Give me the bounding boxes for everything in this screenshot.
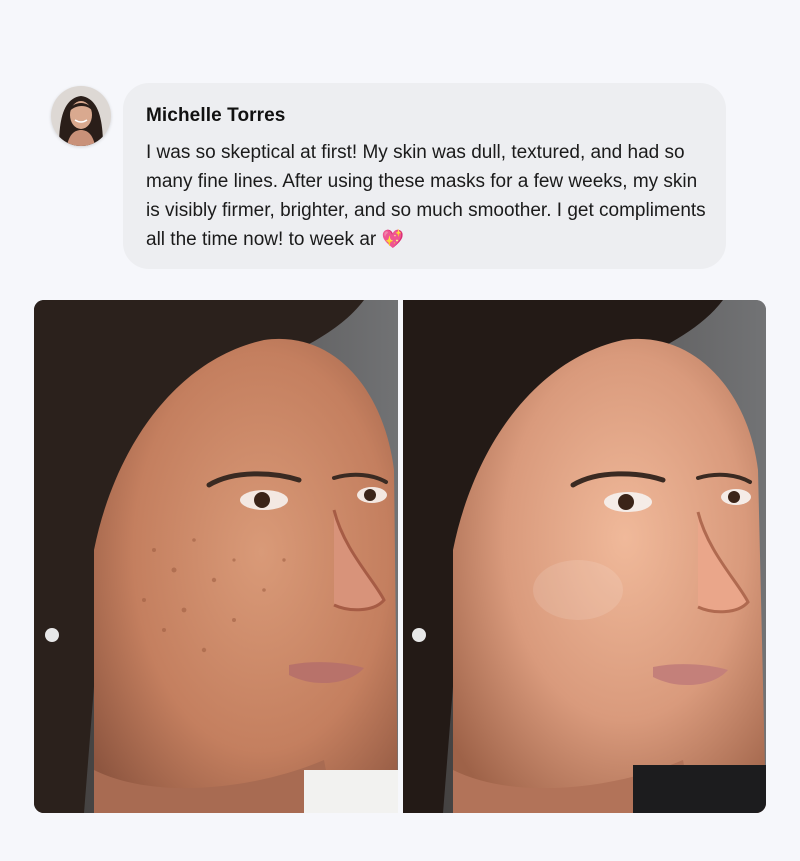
sparkling-heart-icon: 💖 (381, 229, 404, 249)
before-photo (34, 300, 398, 813)
face-photo-after-icon (403, 300, 766, 813)
author-name[interactable]: Michelle Torres (146, 105, 704, 127)
after-photo (403, 300, 766, 813)
avatar (51, 86, 111, 146)
face-photo-before-icon (34, 300, 398, 813)
review-trailing-text: to week ar (288, 229, 377, 250)
review-bubble: Michelle Torres I was so skeptical at fi… (123, 83, 726, 269)
avatar-portrait-icon (51, 86, 111, 146)
review-text: I was so skeptical at first! My skin was… (146, 142, 706, 250)
review-text-block: I was so skeptical at first! My skin was… (146, 138, 706, 254)
